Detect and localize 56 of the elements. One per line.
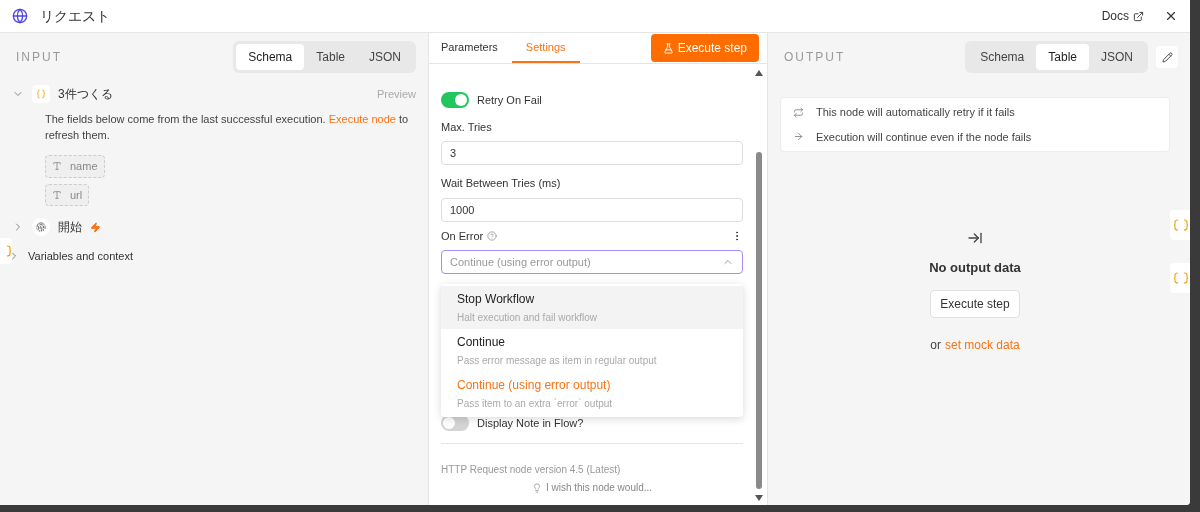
braces-icon: [1174, 272, 1188, 284]
flask-icon: [662, 42, 674, 54]
node-name: 3件つくる: [58, 86, 113, 103]
text-type-icon: [52, 189, 62, 200]
view-tab[interactable]: JSON: [357, 44, 413, 70]
repeat-icon: [793, 106, 804, 118]
preview-label: Preview: [376, 86, 416, 102]
version-text: HTTP Request node version 4.5 (Latest): [441, 464, 621, 475]
scroll-up-arrow-icon[interactable]: [755, 70, 763, 76]
docs-link[interactable]: Docs: [1101, 7, 1144, 25]
execute-step-button[interactable]: Execute step: [930, 289, 1020, 318]
or-text: or: [930, 336, 941, 354]
lightbulb-icon: [531, 482, 542, 493]
field-label: Max. Tries: [441, 119, 493, 135]
toggle-label: Retry On Fail: [477, 93, 542, 108]
external-link-icon: [1133, 10, 1144, 22]
window-title: リクエスト: [40, 6, 110, 26]
braces-icon: [1174, 219, 1188, 231]
view-tab[interactable]: Table: [304, 44, 357, 70]
node-name: 開始: [58, 219, 82, 236]
schema-note: The fields below come from the last successful execution. Execute node to refresh them.: [45, 112, 410, 143]
empty-title: No output data: [929, 259, 1021, 277]
toggle-label: Display Note in Flow?: [477, 415, 584, 431]
braces-button[interactable]: [1170, 263, 1190, 293]
notice-text: Execution will continue even if the node fails: [816, 129, 1032, 145]
view-tab[interactable]: Schema: [236, 44, 305, 70]
feedback-link[interactable]: I wish this node would...: [545, 480, 653, 495]
view-tab[interactable]: JSON: [1089, 44, 1145, 70]
brace-icon[interactable]: [0, 238, 12, 264]
fingerprint-icon: [32, 218, 50, 236]
field-label: Wait Between Tries (ms): [441, 176, 562, 191]
braces-icon: [32, 85, 50, 103]
settings-tab[interactable]: Parameters: [441, 33, 512, 63]
panel-heading: OUTPUT: [784, 49, 846, 66]
dropdown-option[interactable]: Continue Pass error message as item in regular output: [441, 329, 743, 372]
panel-heading: INPUT: [16, 49, 62, 66]
help-icon[interactable]: [487, 230, 498, 241]
toggle-switch[interactable]: [441, 92, 469, 109]
notice-text: This node will automatically retry if it fails: [816, 105, 1015, 120]
text-field[interactable]: 1000: [441, 197, 743, 222]
field-label: On Error: [441, 228, 484, 244]
edit-button[interactable]: [1156, 46, 1178, 68]
braces-button[interactable]: [1170, 210, 1190, 240]
scroll-down-arrow-icon[interactable]: [755, 495, 763, 501]
view-tab[interactable]: Table: [1036, 44, 1089, 70]
arrow-right-icon: [793, 131, 804, 143]
arrow-to-line-icon: [967, 230, 983, 246]
dropdown-option[interactable]: Stop Workflow Halt execution and fail workflow: [441, 286, 743, 329]
pencil-icon: [1161, 51, 1173, 63]
globe-icon: [12, 8, 28, 24]
text-type-icon: [52, 161, 62, 172]
close-icon[interactable]: [1164, 9, 1178, 23]
text-field[interactable]: 3: [441, 141, 743, 165]
view-tab[interactable]: Schema: [968, 44, 1037, 70]
lightning-icon: [90, 221, 101, 233]
variables-label[interactable]: Variables and context: [28, 248, 133, 265]
